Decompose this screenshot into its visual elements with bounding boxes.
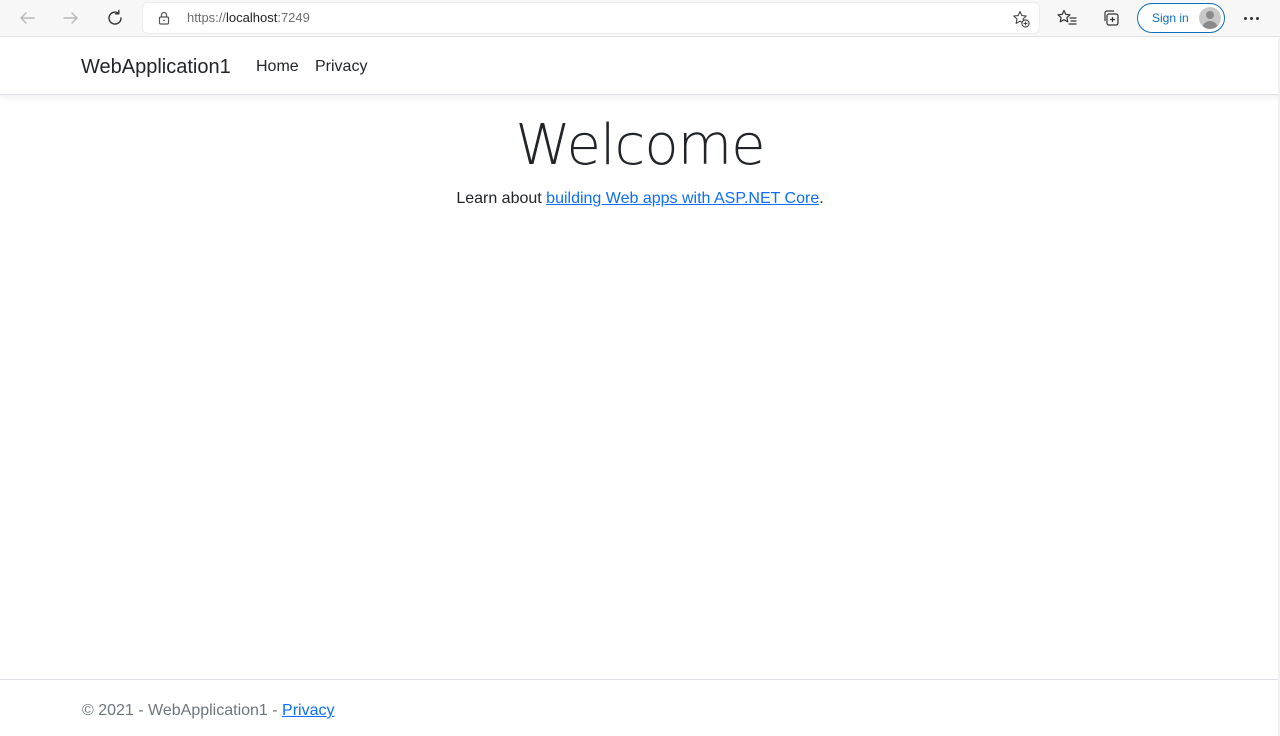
page-title: Welcome xyxy=(515,113,765,178)
url-port: :7249 xyxy=(277,10,310,25)
back-button[interactable] xyxy=(12,4,42,32)
intro-paragraph: Learn about building Web apps with ASP.N… xyxy=(0,189,1280,209)
page-viewport: WebApplication1 Home Privacy Welcome Lea… xyxy=(0,38,1280,736)
ellipsis-icon xyxy=(1243,16,1247,20)
navbar-brand[interactable]: WebApplication1 xyxy=(81,55,231,79)
copyright-text: © 2021 - WebApplication1 - xyxy=(82,702,283,719)
intro-prefix: Learn about xyxy=(456,190,547,207)
forward-button[interactable] xyxy=(56,4,86,32)
arrow-right-icon xyxy=(63,12,78,24)
footer-privacy-link[interactable]: Privacy xyxy=(282,702,334,719)
sign-in-label: Sign in xyxy=(1152,11,1189,25)
url-text[interactable]: https://localhost:7249 xyxy=(187,10,310,26)
arrow-left-icon xyxy=(20,12,35,24)
intro-suffix: . xyxy=(819,190,824,207)
favorites-icon xyxy=(1057,9,1077,25)
address-bar[interactable]: https://localhost:7249 xyxy=(143,3,1039,33)
collections-icon xyxy=(1104,10,1119,26)
refresh-icon xyxy=(108,9,122,25)
more-options-button[interactable] xyxy=(1238,5,1264,31)
url-scheme: https:// xyxy=(187,10,227,25)
browser-toolbar: https://localhost:7249 Sign in xyxy=(0,0,1280,37)
sign-in-button[interactable]: Sign in xyxy=(1137,3,1225,33)
lock-icon[interactable] xyxy=(158,11,170,30)
star-plus-icon[interactable] xyxy=(1012,10,1030,33)
refresh-button[interactable] xyxy=(100,4,130,32)
nav-link-home[interactable]: Home xyxy=(256,57,299,77)
collections-button[interactable] xyxy=(1097,5,1125,31)
nav-link-privacy[interactable]: Privacy xyxy=(315,57,367,77)
avatar xyxy=(1199,7,1221,29)
site-footer: © 2021 - WebApplication1 - Privacy xyxy=(0,679,1280,736)
favorites-button[interactable] xyxy=(1053,5,1081,31)
site-navbar: WebApplication1 Home Privacy xyxy=(0,38,1280,95)
url-host: localhost xyxy=(226,10,278,25)
docs-link[interactable]: building Web apps with ASP.NET Core xyxy=(546,190,819,207)
footer-text: © 2021 - WebApplication1 - Privacy xyxy=(82,701,335,721)
